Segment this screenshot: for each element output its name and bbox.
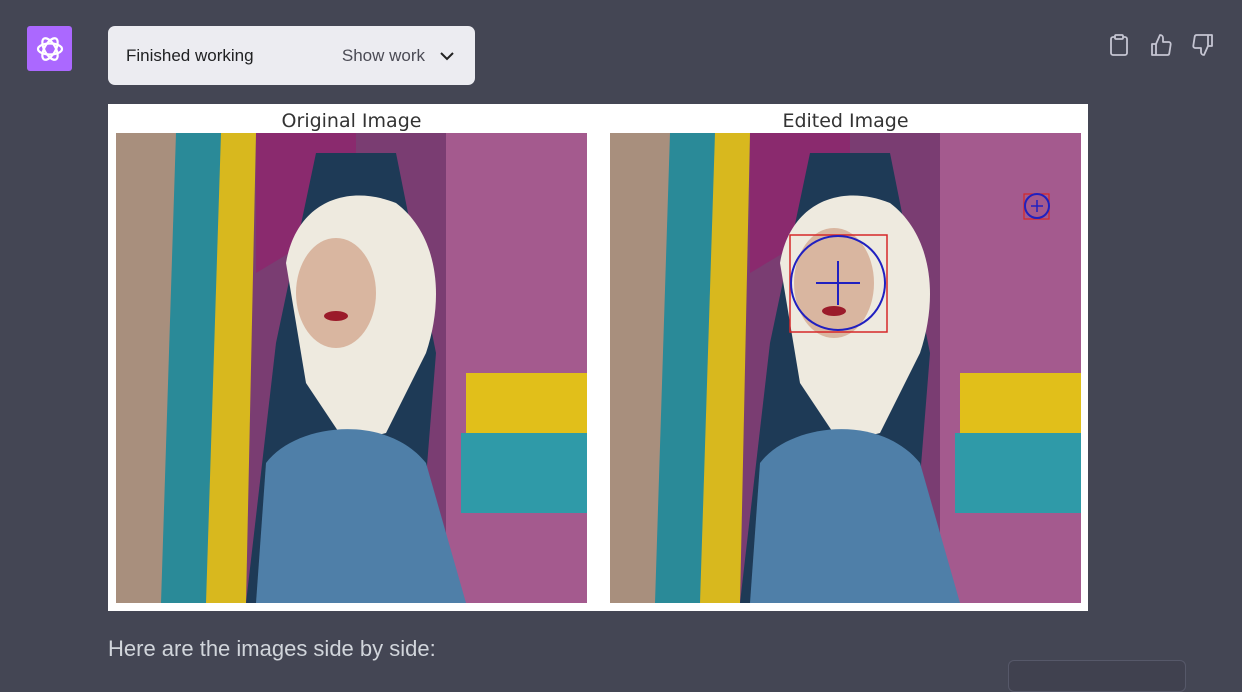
original-image: [116, 133, 587, 603]
copy-button[interactable]: [1106, 32, 1132, 58]
assistant-message-text: Here are the images side by side:: [108, 636, 436, 661]
chevron-down-icon: [440, 51, 454, 60]
show-work-button[interactable]: Show work: [342, 46, 455, 66]
regenerate-button[interactable]: [1008, 660, 1186, 692]
comparison-figure: Original Image Edited Image: [108, 104, 1088, 611]
thumbs-up-button[interactable]: [1148, 32, 1174, 58]
openai-logo-icon: [36, 36, 63, 61]
message-actions: [1106, 32, 1216, 58]
thumbs-up-icon: [1151, 34, 1172, 56]
original-image-title: Original Image: [281, 110, 422, 132]
show-work-label: Show work: [341, 45, 425, 65]
status-label: Finished working: [126, 45, 254, 65]
thumbs-down-button[interactable]: [1190, 32, 1216, 58]
work-status-pill: Finished working Show work: [108, 26, 475, 85]
edited-image: [610, 133, 1081, 603]
thumbs-down-icon: [1192, 34, 1213, 56]
clipboard-icon: [1110, 34, 1128, 56]
edited-image-title: Edited Image: [782, 110, 909, 132]
assistant-avatar: [27, 26, 72, 71]
